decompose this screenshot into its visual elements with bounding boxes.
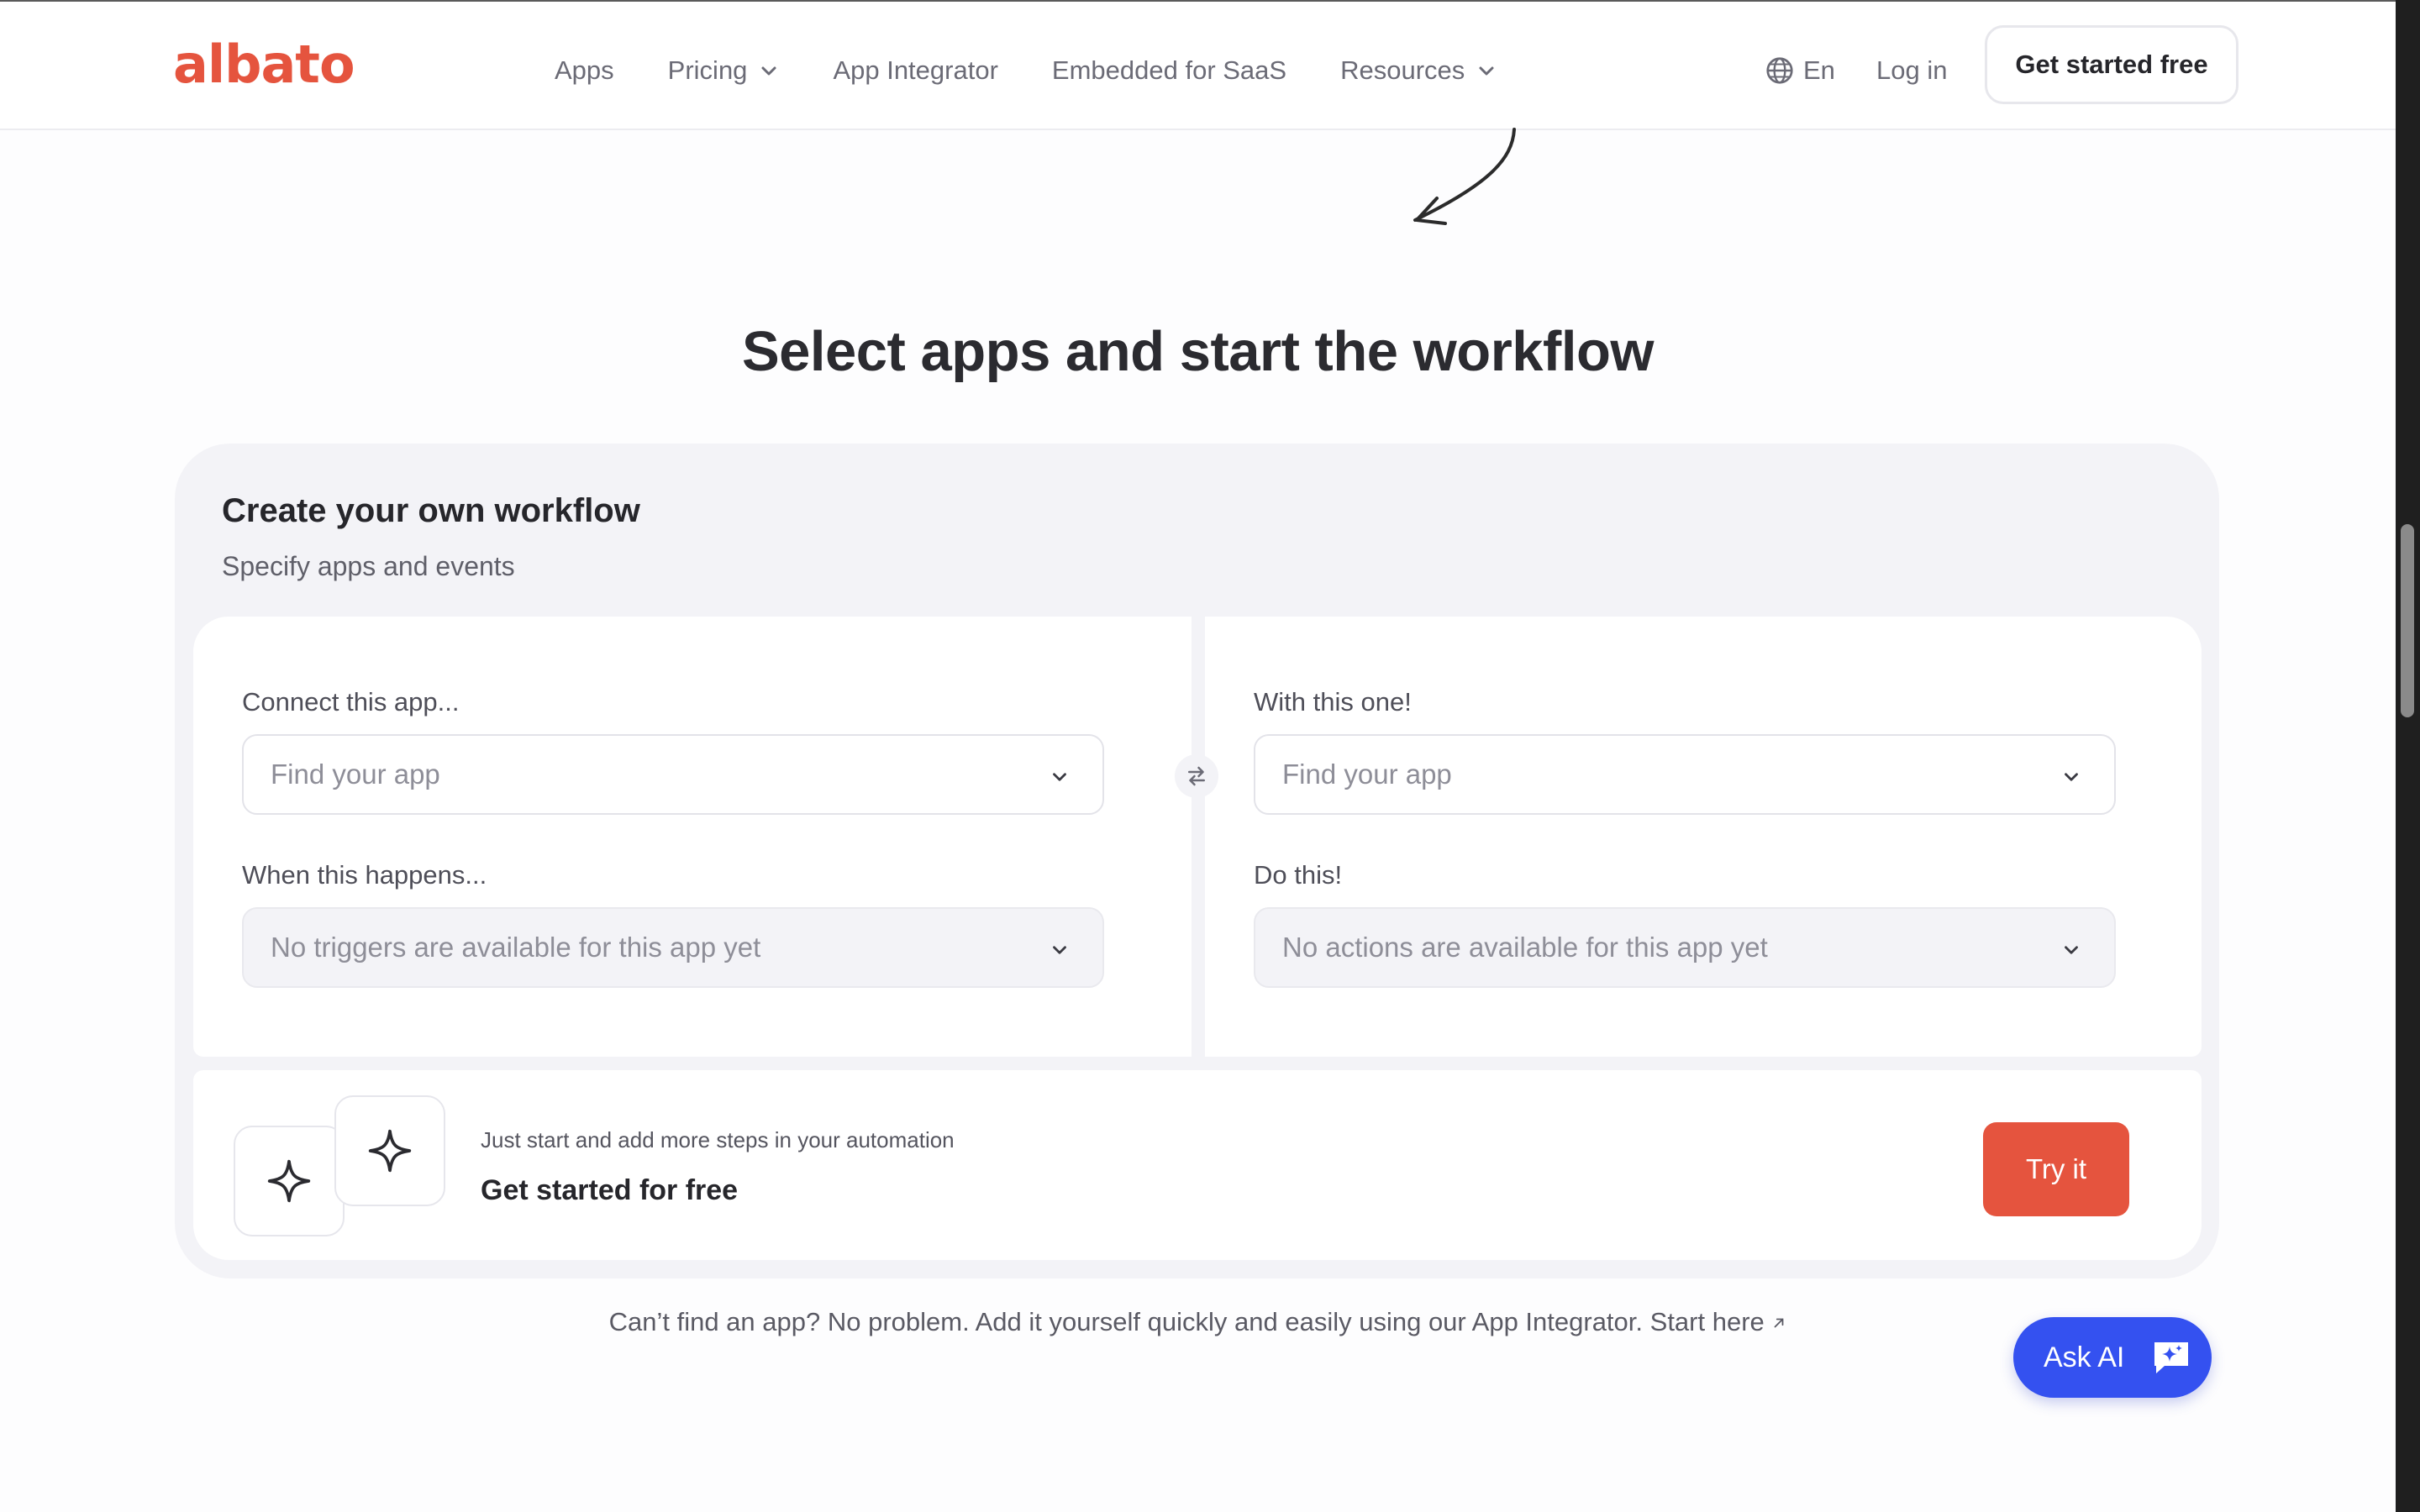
chevron-down-icon — [2065, 946, 2078, 954]
when-happens-label: When this happens... — [242, 860, 487, 890]
trigger-event-placeholder: No triggers are available for this app y… — [271, 932, 761, 963]
ask-ai-label: Ask AI — [2044, 1341, 2125, 1373]
with-this-one-label: With this one! — [1254, 687, 1412, 717]
nav-apps-label: Apps — [555, 55, 614, 85]
try-it-button[interactable]: Try it — [1983, 1122, 2129, 1216]
trigger-panel: Connect this app... Find your app When t… — [193, 617, 1192, 1057]
swap-arrows-icon — [1188, 766, 1205, 786]
nav-embedded[interactable]: Embedded for SaaS — [1052, 55, 1286, 86]
action-app-select[interactable]: Find your app — [1254, 734, 2116, 815]
nav-resources[interactable]: Resources — [1340, 55, 1497, 86]
trigger-app-select[interactable]: Find your app — [242, 734, 1104, 815]
sparkle-card-front — [334, 1095, 445, 1206]
nav-resources-label: Resources — [1340, 55, 1465, 85]
site-header: albato Apps Pricing App Integrator Embed… — [0, 2, 2396, 130]
nav-app-integrator-label: App Integrator — [833, 55, 998, 85]
language-switcher[interactable]: En — [1765, 45, 1835, 96]
do-this-label: Do this! — [1254, 860, 1343, 890]
language-label: En — [1803, 55, 1835, 85]
globe-icon — [1766, 57, 1793, 84]
sparkle-icon — [267, 1159, 311, 1203]
login-link[interactable]: Log in — [1876, 45, 1947, 96]
swap-apps-button[interactable] — [1175, 754, 1218, 798]
main-nav: Apps Pricing App Integrator Embedded for… — [555, 45, 1550, 96]
ask-ai-button[interactable]: Ask AI — [2013, 1317, 2212, 1398]
page: albato Apps Pricing App Integrator Embed… — [0, 0, 2396, 1512]
nav-pricing[interactable]: Pricing — [668, 55, 780, 86]
scrollbar-track[interactable] — [2396, 0, 2420, 1512]
connect-app-label: Connect this app... — [242, 687, 460, 717]
automation-hint: Just start and add more steps in your au… — [481, 1127, 955, 1152]
start-here-link[interactable]: Start here — [1650, 1307, 1787, 1336]
workflow-title: Create your own workflow — [222, 492, 640, 529]
start-here-label: Start here — [1649, 1307, 1765, 1336]
action-panel: With this one! Find your app Do this! No… — [1205, 617, 2202, 1057]
trigger-app-placeholder: Find your app — [271, 759, 440, 790]
scrollbar-thumb[interactable] — [2401, 524, 2414, 717]
chevron-down-icon — [761, 66, 776, 76]
curved-arrow-icon — [1413, 128, 1516, 225]
action-event-placeholder: No actions are available for this app ye… — [1282, 932, 1768, 963]
nav-embedded-label: Embedded for SaaS — [1051, 55, 1287, 85]
action-event-select[interactable]: No actions are available for this app ye… — [1254, 907, 2116, 988]
window-top-edge — [0, 0, 2420, 2]
ai-chat-icon — [2154, 1342, 2188, 1373]
get-started-free-text: Get started for free — [481, 1174, 739, 1206]
nav-pricing-label: Pricing — [667, 55, 748, 85]
sparkle-icon — [368, 1129, 412, 1173]
chevron-down-icon — [1479, 66, 1494, 76]
nav-app-integrator[interactable]: App Integrator — [833, 55, 997, 86]
app-integrator-note-text: Can’t find an app? No problem. Add it yo… — [608, 1307, 1644, 1336]
sparkle-card-back — [234, 1126, 345, 1236]
chevron-down-icon — [2065, 773, 2078, 781]
chevron-down-icon — [1053, 946, 1066, 954]
chevron-down-icon — [1053, 773, 1066, 781]
get-started-button[interactable]: Get started free — [1985, 25, 2238, 104]
workflow-subtitle: Specify apps and events — [222, 551, 515, 581]
get-started-panel: Just start and add more steps in your au… — [193, 1070, 2202, 1260]
workflow-card: Create your own workflow Specify apps an… — [175, 444, 2219, 1278]
external-arrow-icon — [1774, 1318, 1784, 1328]
trigger-event-select[interactable]: No triggers are available for this app y… — [242, 907, 1104, 988]
albato-logo[interactable]: albato — [173, 35, 355, 94]
nav-apps[interactable]: Apps — [555, 55, 614, 86]
action-app-placeholder: Find your app — [1282, 759, 1452, 790]
section-headline: Select apps and start the workflow — [741, 320, 1655, 383]
